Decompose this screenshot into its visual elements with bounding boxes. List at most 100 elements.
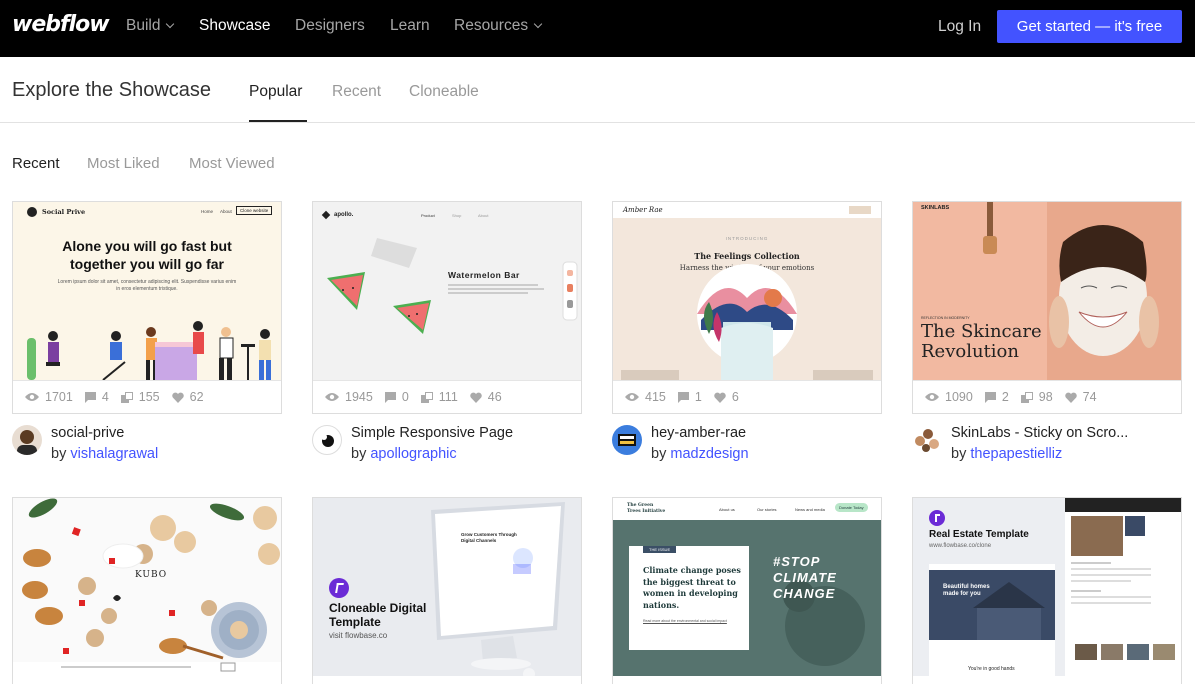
- card-title[interactable]: SkinLabs - Sticky on Scro...: [951, 425, 1128, 441]
- showcase-card[interactable]: apollo. Product Shop About Watermelon Ba…: [312, 201, 582, 414]
- filter-most-viewed[interactable]: Most Viewed: [189, 155, 275, 172]
- author-link[interactable]: vishalagrawal: [70, 446, 158, 462]
- views-count: 1945: [345, 390, 373, 404]
- get-started-button[interactable]: Get started — it's free: [997, 10, 1182, 43]
- filter-recent[interactable]: Recent: [12, 155, 60, 172]
- avatar[interactable]: [312, 425, 342, 455]
- card-stats: 415 1 6: [613, 380, 881, 413]
- views-stat: 1090: [925, 390, 973, 404]
- card-title[interactable]: social-prive: [51, 425, 124, 441]
- text-placeholder: [448, 292, 528, 294]
- page-title: Explore the Showcase: [12, 79, 212, 101]
- showcase-card[interactable]: Grow Customers Through Digital Channels …: [312, 497, 582, 684]
- views-stat: 415: [625, 390, 666, 404]
- views-stat: 1701: [25, 390, 73, 404]
- tab-popular[interactable]: Popular: [249, 83, 302, 101]
- clones-count: 155: [138, 390, 160, 404]
- comments-count: 4: [101, 390, 109, 404]
- by-label: by: [651, 446, 667, 462]
- thumb-link: Read more about the environmental and so…: [643, 619, 727, 623]
- card-stats: 1090 2 98 74: [913, 380, 1181, 413]
- thumb-headline: Alone you will go fast but together you …: [62, 238, 232, 272]
- card-thumbnail: Grow Customers Through Digital Channels …: [313, 498, 581, 676]
- likes-stat: 62: [171, 390, 204, 404]
- flowbase-logo-icon: [329, 578, 349, 598]
- watermelon-illustration: [327, 238, 578, 334]
- card-thumbnail: KUBO: [13, 498, 281, 676]
- thumb-brand: The Green Trees Initiative: [627, 503, 666, 514]
- clones-stat: 155: [120, 390, 160, 404]
- nav-build[interactable]: Build: [126, 17, 175, 35]
- showcase-card[interactable]: SKINLABS REFLECTION IN MODERNITY The Ski…: [912, 201, 1182, 414]
- card-thumbnail: apollo. Product Shop About Watermelon Ba…: [313, 202, 581, 380]
- eye-icon: [925, 393, 939, 401]
- filter-most-liked[interactable]: Most Liked: [87, 155, 160, 172]
- showcase-card[interactable]: Real Estate Template www.flowbase.co/clo…: [912, 497, 1182, 684]
- clone-icon: [1020, 391, 1033, 403]
- comments-stat: 4: [84, 390, 109, 404]
- card-title[interactable]: hey-amber-rae: [651, 425, 746, 441]
- author-link[interactable]: thepapestielliz: [970, 446, 1062, 462]
- top-nav: webflow Build Showcase Designers Learn R…: [0, 0, 1195, 57]
- thumb-nav-about: About us: [719, 507, 735, 512]
- showcase-header: Explore the Showcase Popular Recent Clon…: [0, 57, 1195, 123]
- nav-resources[interactable]: Resources: [454, 17, 543, 35]
- card-thumbnail: SKINLABS REFLECTION IN MODERNITY The Ski…: [913, 202, 1181, 380]
- card-stats: 1701 4 155 62: [13, 380, 281, 413]
- thumb-body: Lorem ipsum dolor sit amet, consectetur …: [57, 279, 237, 292]
- webflow-logo[interactable]: webflow: [12, 12, 110, 37]
- likes-count: 74: [1082, 390, 1097, 404]
- chevron-down-icon: [166, 19, 175, 29]
- nav-designers[interactable]: Designers: [295, 17, 365, 35]
- nav-learn[interactable]: Learn: [390, 17, 430, 35]
- people-illustration: [27, 321, 271, 380]
- heart-icon: [470, 392, 482, 403]
- active-tab-indicator: [249, 120, 307, 122]
- comment-icon: [84, 391, 96, 403]
- tab-recent[interactable]: Recent: [332, 83, 381, 101]
- group-avatar-icon: [915, 429, 939, 452]
- login-link[interactable]: Log In: [938, 18, 981, 36]
- clones-count: 98: [1038, 390, 1053, 404]
- showcase-card[interactable]: Social Prive Home About Clone website Al…: [12, 201, 282, 414]
- thumb-kicker: REFLECTION IN MODERNITY: [921, 316, 970, 320]
- comment-icon: [384, 391, 396, 403]
- showcase-card[interactable]: KUBO: [12, 497, 282, 684]
- showcase-card[interactable]: Amber Rae INTRODUCING The Feelings Colle…: [612, 201, 882, 414]
- card-thumbnail: The Green Trees Initiative About us Our …: [613, 498, 881, 676]
- thumb-tag: THE ISSUE: [643, 546, 677, 553]
- views-count: 415: [645, 390, 666, 404]
- avatar[interactable]: [912, 425, 942, 455]
- likes-count: 46: [487, 390, 502, 404]
- comments-stat: 0: [384, 390, 409, 404]
- by-label: by: [351, 446, 367, 462]
- eye-icon: [625, 393, 639, 401]
- avatar[interactable]: [612, 425, 642, 455]
- social-prive-logo-icon: [27, 207, 37, 217]
- thumb-footer-text: You're in good hands: [968, 666, 1015, 672]
- clones-stat: 111: [420, 390, 458, 404]
- avatar[interactable]: [12, 425, 42, 455]
- clone-icon: [120, 391, 133, 403]
- thumb-hero-text: Beautiful homes made for you: [943, 584, 990, 597]
- card-thumbnail: Amber Rae INTRODUCING The Feelings Colle…: [613, 202, 881, 380]
- thumb-headline: Cloneable Digital Template: [329, 601, 427, 629]
- person-avatar-icon: [17, 430, 37, 455]
- card-meta: SkinLabs - Sticky on Scro... by thepapes…: [912, 425, 1182, 469]
- text-placeholder: [448, 284, 538, 286]
- nav-showcase[interactable]: Showcase: [199, 17, 271, 35]
- nav-build-label: Build: [126, 17, 161, 34]
- views-stat: 1945: [325, 390, 373, 404]
- nav-resources-label: Resources: [454, 17, 529, 34]
- author-link[interactable]: madzdesign: [670, 446, 748, 462]
- card-title[interactable]: Simple Responsive Page: [351, 425, 513, 441]
- comments-count: 1: [694, 390, 702, 404]
- author-link[interactable]: apollographic: [370, 446, 456, 462]
- by-label: by: [951, 446, 967, 462]
- tab-cloneable[interactable]: Cloneable: [409, 83, 479, 101]
- comments-count: 2: [1001, 390, 1009, 404]
- showcase-card[interactable]: The Green Trees Initiative About us Our …: [612, 497, 882, 684]
- heart-icon: [1064, 392, 1077, 403]
- clone-icon: [420, 391, 433, 403]
- likes-stat: 74: [1064, 390, 1097, 404]
